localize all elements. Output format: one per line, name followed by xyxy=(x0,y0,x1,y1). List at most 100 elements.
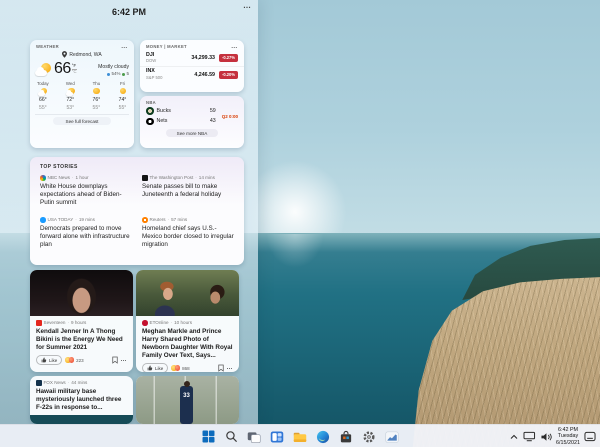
weather-location-label: Redmond, WA xyxy=(69,52,101,58)
forecast-day-wed[interactable]: Wed 72° 53° xyxy=(66,81,75,111)
weather-menu-button[interactable]: … xyxy=(121,45,128,49)
reaction-count: 223 xyxy=(76,358,84,363)
market-widget[interactable]: MONEY | MARKET … DJI DOW 34,299.33 -0.27… xyxy=(140,40,244,92)
tray-clock[interactable]: 6:42 PM Tuesday 6/15/2021 xyxy=(556,427,580,445)
washington-post-logo-icon xyxy=(142,175,148,181)
top-stories-title: TOP STORIES xyxy=(30,157,244,175)
story-item[interactable]: Reuters · 57 mins Homeland chief says U.… xyxy=(142,217,234,249)
article-image xyxy=(30,270,133,316)
etonline-logo-icon xyxy=(142,320,148,326)
inx-change-badge: -0.20% xyxy=(219,71,238,79)
settings-button[interactable] xyxy=(361,429,377,445)
usa-today-logo-icon xyxy=(40,217,46,223)
task-view-button[interactable] xyxy=(246,429,262,445)
forecast-day-fri[interactable]: Fri 74° 55° xyxy=(118,81,127,111)
partly-cloudy-icon xyxy=(66,88,75,96)
inx-value: 4,246.59 xyxy=(194,72,215,78)
article-image: 33 xyxy=(136,376,239,424)
see-full-forecast-link[interactable]: See full forecast xyxy=(53,117,111,125)
edge-browser-button[interactable] xyxy=(315,429,331,445)
article-image xyxy=(136,270,239,316)
news-card[interactable]: 33 xyxy=(136,376,239,424)
edge-icon xyxy=(316,430,330,444)
weather-location[interactable]: Redmond, WA xyxy=(30,51,134,58)
top-stories-widget: TOP STORIES NBC News · 1 hour White Hous… xyxy=(30,157,244,265)
emoji-reaction-icon xyxy=(175,365,181,371)
forecast-strip: Today 66° 55° Wed 72° 53° Thu 76° 55° xyxy=(30,78,134,111)
weather-condition: Mostly cloudy xyxy=(98,64,129,70)
market-row-inx[interactable]: INX S&P 500 4,246.59 -0.20% xyxy=(140,66,244,83)
market-row-dji[interactable]: DJI DOW 34,299.33 -0.27% xyxy=(140,50,244,66)
network-icon[interactable] xyxy=(523,431,536,442)
forecast-day-today[interactable]: Today 66° 55° xyxy=(37,81,49,111)
nba-team-row-nets[interactable]: Nets 43 xyxy=(146,118,216,126)
file-explorer-button[interactable] xyxy=(292,429,308,445)
card-menu-button[interactable]: … xyxy=(121,358,128,362)
wind-value: 5 xyxy=(126,71,129,77)
task-view-icon xyxy=(247,430,261,444)
notification-center-icon[interactable] xyxy=(584,431,596,442)
widgets-button[interactable] xyxy=(269,429,285,445)
dji-change-badge: -0.27% xyxy=(219,54,238,62)
gear-icon xyxy=(362,430,376,444)
bucks-logo-icon xyxy=(146,107,154,115)
game-status: Q2 0:00 xyxy=(222,114,238,119)
reactions[interactable]: 223 xyxy=(65,357,83,363)
search-icon xyxy=(225,430,238,443)
store-bag-icon xyxy=(339,430,353,444)
thumbs-up-icon xyxy=(147,365,153,371)
bookmark-icon[interactable] xyxy=(218,364,224,372)
fox-news-logo-icon xyxy=(36,380,42,386)
article-image xyxy=(30,415,133,424)
stocks-app-button[interactable] xyxy=(384,429,400,445)
microsoft-store-button[interactable] xyxy=(338,429,354,445)
like-button[interactable]: Like xyxy=(36,355,62,365)
story-item[interactable]: NBC News · 1 hour White House downplays … xyxy=(40,175,132,207)
start-button[interactable] xyxy=(200,429,216,445)
widgets-icon xyxy=(270,430,284,444)
humidity-value: 54% xyxy=(111,71,120,77)
weather-title: WEATHER xyxy=(36,44,59,49)
search-button[interactable] xyxy=(223,429,239,445)
taskbar: 6:42 PM Tuesday 6/15/2021 xyxy=(0,424,600,447)
like-button[interactable]: Like xyxy=(142,363,168,372)
leaf-icon xyxy=(122,73,125,76)
news-card[interactable]: Seventeen · 9 hours Kendall Jenner In A … xyxy=(30,270,133,372)
news-card[interactable]: FOX News · 44 mins Hawaii military base … xyxy=(30,376,133,424)
weather-widget[interactable]: WEATHER … Redmond, WA 66 °F °C Mostly cl… xyxy=(30,40,134,148)
current-temperature: 66 xyxy=(54,60,71,78)
card-menu-button[interactable]: … xyxy=(227,366,234,370)
nba-widget[interactable]: NBA Bucks 59 Nets 43 Q2 0:00 xyxy=(140,96,244,148)
reactions[interactable]: 868 xyxy=(171,365,189,371)
tray-expand-icon[interactable] xyxy=(509,432,519,442)
nbc-news-logo-icon xyxy=(40,175,46,181)
sunny-icon xyxy=(92,88,101,96)
see-more-nba-button[interactable]: See more NBA xyxy=(166,129,218,137)
seventeen-logo-icon xyxy=(36,320,42,326)
wallpaper-sun-reflection xyxy=(266,234,324,268)
unit-celsius-toggle[interactable]: °C xyxy=(72,70,77,75)
location-pin-icon xyxy=(62,51,67,58)
bookmark-icon[interactable] xyxy=(112,356,118,364)
nba-team-row-bucks[interactable]: Bucks 59 xyxy=(146,107,216,115)
divider xyxy=(35,114,129,115)
partly-cloudy-icon xyxy=(35,63,52,76)
reaction-count: 868 xyxy=(182,366,190,371)
desktop: 6:42 PM … WEATHER … Redmond, WA 66 °F °C… xyxy=(0,0,600,447)
emoji-reaction-icon xyxy=(69,357,75,363)
panel-menu-button[interactable]: … xyxy=(243,1,252,10)
nets-logo-icon xyxy=(146,118,154,126)
partly-cloudy-icon xyxy=(38,88,47,96)
forecast-day-thu[interactable]: Thu 76° 55° xyxy=(92,81,101,111)
story-item[interactable]: The Washington Post · 14 mins Senate pas… xyxy=(142,175,234,207)
stock-chart-icon xyxy=(385,430,399,444)
market-menu-button[interactable]: … xyxy=(231,45,238,49)
volume-icon[interactable] xyxy=(540,432,552,442)
widgets-panel: 6:42 PM … WEATHER … Redmond, WA 66 °F °C… xyxy=(0,0,258,424)
thumbs-up-icon xyxy=(41,357,47,363)
dji-value: 34,299.33 xyxy=(191,55,215,61)
bucks-score: 59 xyxy=(210,108,216,114)
nets-score: 43 xyxy=(210,118,216,124)
story-item[interactable]: USA TODAY · 19 mins Democrats prepared t… xyxy=(40,217,132,249)
news-card[interactable]: ETOnline · 10 hours Meghan Markle and Pr… xyxy=(136,270,239,372)
